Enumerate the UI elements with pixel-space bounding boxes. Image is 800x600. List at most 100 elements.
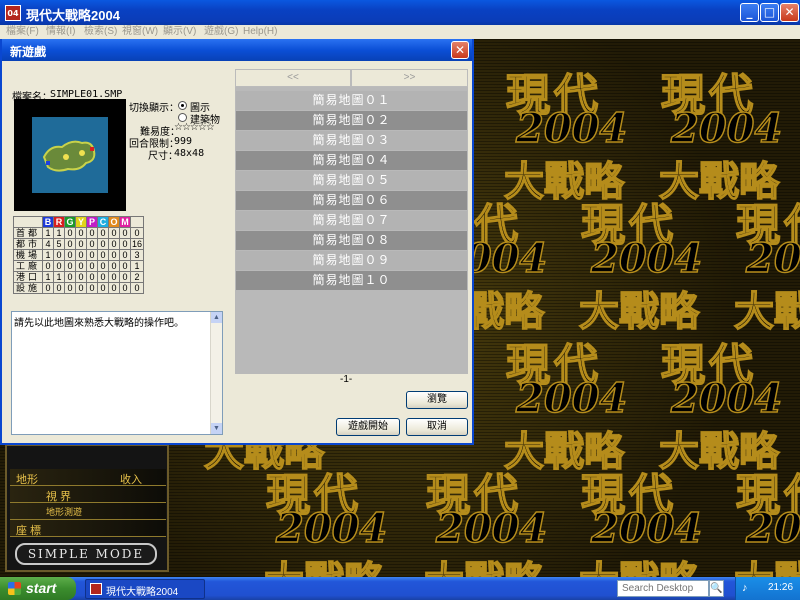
start-game-button[interactable]: 遊戲開始 xyxy=(336,418,400,436)
header-b: B xyxy=(42,216,54,228)
stats-cell: 1 xyxy=(53,227,65,239)
window-title-bar[interactable]: 04 現代大戰略2004 _ □ ✕ xyxy=(0,0,800,25)
window-title: 現代大戰略2004 xyxy=(26,8,120,23)
menu-window[interactable]: 視窗(W) xyxy=(122,25,158,39)
prev-page-button[interactable]: << xyxy=(235,69,351,87)
start-button[interactable]: start xyxy=(0,577,76,600)
game-logo: 現代2004大戰略 xyxy=(730,459,800,577)
map-list-item[interactable]: 簡易地圖０８ xyxy=(236,231,467,250)
stats-cell: 0 xyxy=(130,282,144,294)
map-preview xyxy=(14,99,126,211)
next-page-button[interactable]: >> xyxy=(351,69,468,87)
game-logo-text: 大戰略 xyxy=(263,549,385,577)
description-box[interactable]: 請先以此地圖來熟悉大戰略的操作吧。 ▲ ▼ xyxy=(11,311,223,435)
menu-file[interactable]: 檔案(F) xyxy=(6,25,39,39)
scroll-down-icon[interactable]: ▼ xyxy=(211,423,222,434)
map-list-item[interactable]: 簡易地圖０９ xyxy=(236,251,467,270)
stats-cell: 0 xyxy=(86,249,98,261)
game-logo-text: 2004 xyxy=(515,374,628,423)
dialog-close-button[interactable]: ✕ xyxy=(451,41,469,59)
map-preview-island xyxy=(42,140,96,172)
game-logo: 現代2004大戰略 xyxy=(655,329,800,479)
menu-help[interactable]: Help(H) xyxy=(243,25,277,39)
game-logo-text: 2004 xyxy=(515,104,628,153)
game-logo-text: 2004 xyxy=(275,504,388,553)
game-logo-text: 大戰略 xyxy=(733,549,800,577)
simple-mode-button[interactable]: SIMPLE MODE xyxy=(15,543,157,565)
stats-cell: 0 xyxy=(64,282,76,294)
radio-building-view[interactable] xyxy=(178,113,187,122)
stats-row: 港口 1 1 0 0 0 0 0 0 2 xyxy=(13,271,144,283)
stats-row-label: 設施 xyxy=(13,282,43,294)
toggle-label: 切換顯示： xyxy=(129,103,179,114)
system-tray: ♪ 21:26 xyxy=(735,577,800,600)
desktop-search-input[interactable] xyxy=(617,580,709,597)
game-logo-text: 2004 xyxy=(590,504,703,553)
game-logo-text: 大戰略 xyxy=(423,549,545,577)
stats-cell: 0 xyxy=(64,260,76,272)
search-icon[interactable]: 🔍 xyxy=(709,580,724,597)
difficulty-stars: ☆☆☆☆☆ xyxy=(174,122,215,133)
stats-cell: 0 xyxy=(64,238,76,250)
map-list-item[interactable]: 簡易地圖０７ xyxy=(236,211,467,230)
map-list-item[interactable]: 簡易地圖０３ xyxy=(236,131,467,150)
volume-icon[interactable]: ♪ xyxy=(742,582,748,594)
stats-cell: 0 xyxy=(75,249,87,261)
description-text: 請先以此地圖來熟悉大戰略的操作吧。 xyxy=(14,318,184,329)
menu-game[interactable]: 遊戲(G) xyxy=(204,25,238,39)
stats-cell: 2 xyxy=(130,271,144,283)
game-logo-text: 2004 xyxy=(435,504,548,553)
stats-cell: 0 xyxy=(108,249,120,261)
stats-cell: 0 xyxy=(75,238,87,250)
header-o: O xyxy=(108,216,120,228)
header-c: C xyxy=(97,216,109,228)
game-logo: 現代2004大戰略 xyxy=(500,329,660,479)
map-list-item[interactable]: 簡易地圖０４ xyxy=(236,151,467,170)
stats-cell: 1 xyxy=(42,227,54,239)
menu-search[interactable]: 檢索(S) xyxy=(84,25,117,39)
stats-cell: 0 xyxy=(75,282,87,294)
game-logo: 現代2004大戰略 xyxy=(575,189,735,339)
stats-row: 工廠 0 0 0 0 0 0 0 0 1 xyxy=(13,260,144,272)
stats-cell: 0 xyxy=(119,282,131,294)
stats-cell: 0 xyxy=(119,238,131,250)
scroll-up-icon[interactable]: ▲ xyxy=(211,312,222,323)
map-list-item[interactable]: 簡易地圖０６ xyxy=(236,191,467,210)
menu-view[interactable]: 顯示(V) xyxy=(163,25,196,39)
close-button[interactable]: ✕ xyxy=(780,3,799,22)
header-g: G xyxy=(64,216,76,228)
stats-cell: 0 xyxy=(97,227,109,239)
start-label: start xyxy=(26,580,57,596)
map-preview-sea xyxy=(32,117,108,193)
game-logo-text: 2004 xyxy=(590,234,703,283)
stats-cell: 0 xyxy=(53,249,65,261)
page-indicator: -1- xyxy=(340,374,353,385)
map-list-item[interactable]: 簡易地圖０１ xyxy=(236,91,467,110)
map-list-item[interactable]: 簡易地圖０５ xyxy=(236,171,467,190)
header-y: Y xyxy=(75,216,87,228)
dialog-title-bar[interactable]: 新遊戲 ✕ xyxy=(2,39,472,61)
stats-cell: 0 xyxy=(97,249,109,261)
turn-limit-value: 999 xyxy=(174,136,193,147)
radio-map-view[interactable] xyxy=(178,101,187,110)
stats-row-label: 機場 xyxy=(13,249,43,261)
map-list-item[interactable]: 簡易地圖１０ xyxy=(236,271,467,290)
cancel-button[interactable]: 取消 xyxy=(406,418,468,436)
stats-cell: 0 xyxy=(42,282,54,294)
game-logo-text: 2004 xyxy=(670,104,783,153)
description-scrollbar[interactable]: ▲ ▼ xyxy=(210,312,222,434)
taskbar-item-game[interactable]: 現代大戰略2004 xyxy=(85,579,205,599)
stats-cell: 0 xyxy=(130,227,144,239)
maximize-button[interactable]: □ xyxy=(760,3,779,22)
menu-info[interactable]: 情報(I) xyxy=(46,25,75,39)
stats-row-label: 首都 xyxy=(13,227,43,239)
game-logo-text: 2004 xyxy=(745,504,800,553)
stats-cell: 0 xyxy=(108,227,120,239)
taskbar-item-label: 現代大戰略2004 xyxy=(106,587,179,598)
panel-row-terrain-test: 地形測遊 xyxy=(10,503,166,520)
stats-table: B R G Y P C O M 首都 1 1 0 0 0 0 0 0 0 都市 4 5 0 0 0 0 0 0 16 機… xyxy=(13,216,144,294)
browse-button[interactable]: 瀏覽 xyxy=(406,391,468,409)
minimize-button[interactable]: _ xyxy=(740,3,759,22)
stats-cell: 0 xyxy=(108,282,120,294)
map-list-item[interactable]: 簡易地圖０２ xyxy=(236,111,467,130)
